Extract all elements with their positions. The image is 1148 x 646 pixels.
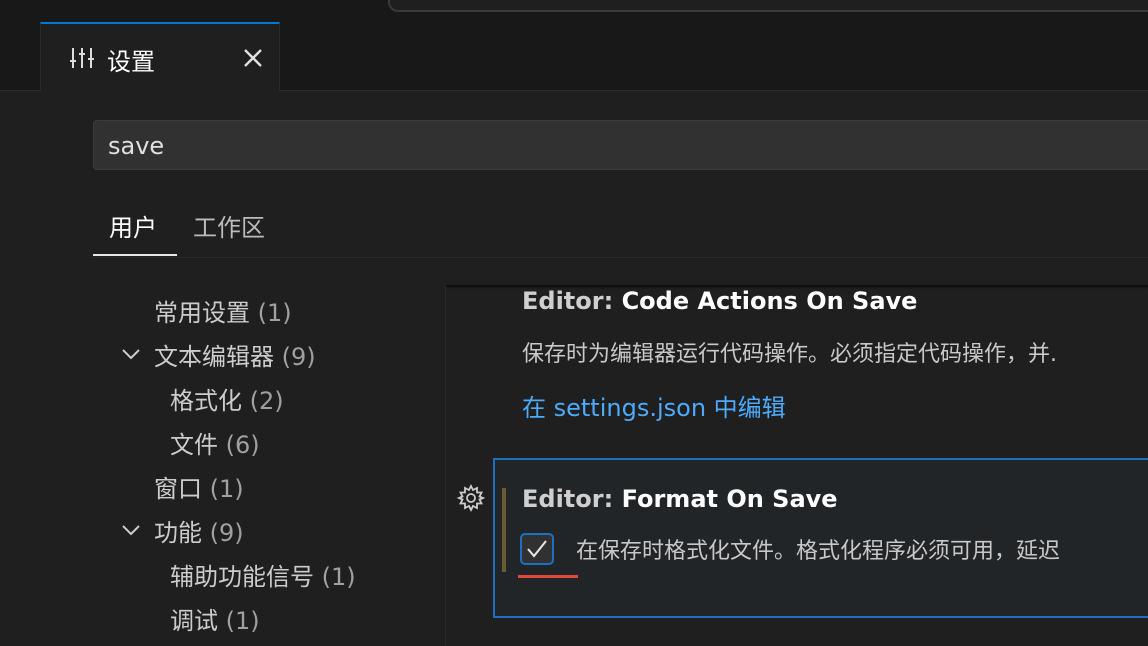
toc-item-files[interactable]: 文件 (6) (170, 425, 260, 460)
format-on-save-checkbox[interactable] (520, 533, 554, 565)
setting-name: Code Actions On Save (621, 287, 918, 315)
toc-item-debug[interactable]: 调试 (1) (170, 601, 260, 636)
title-bar (0, 0, 1148, 22)
toc-item-count: (1) (225, 607, 260, 635)
setting-category: Editor: (522, 485, 622, 513)
toc-item-label: 常用设置 (154, 299, 250, 327)
setting-category: Editor: (522, 287, 622, 315)
setting-title: Editor: Format On Save (522, 485, 838, 513)
command-center[interactable] (388, 0, 1148, 12)
gear-icon[interactable] (456, 483, 486, 513)
tab-title: 设置 (107, 48, 155, 76)
toc-item-formatting[interactable]: 格式化 (2) (170, 381, 284, 416)
edit-in-settings-json-link[interactable]: 在 settings.json 中编辑 (522, 388, 786, 423)
check-icon (527, 540, 547, 558)
setting-description: 保存时为编辑器运行代码操作。必须指定代码操作，并. (522, 342, 1057, 367)
chevron-down-icon[interactable] (121, 523, 141, 537)
toc-item-count: (6) (225, 431, 260, 459)
toc-item-count: (9) (209, 519, 244, 547)
tab-workspace[interactable]: 工作区 (193, 208, 265, 243)
toc-item-count: (2) (249, 387, 284, 415)
setting-name: Format On Save (621, 485, 838, 513)
active-tab-indicator (93, 254, 177, 256)
toc-item-text-editor[interactable]: 文本编辑器 (9) (154, 337, 316, 372)
toc-item-label: 文件 (170, 431, 218, 459)
toc-item-label: 调试 (170, 607, 218, 635)
editor-tab-strip: 设置 (0, 22, 1148, 91)
setting-title: Editor: Code Actions On Save (522, 287, 917, 315)
toc-item-window[interactable]: 窗口 (1) (154, 469, 244, 504)
modified-indicator (502, 488, 506, 572)
toc-item-label: 窗口 (154, 475, 202, 503)
toc-item-label: 功能 (154, 519, 202, 547)
annotation-underline (518, 575, 578, 578)
toc-item-features[interactable]: 功能 (9) (154, 513, 244, 548)
toc-item-label: 辅助功能信号 (170, 563, 314, 591)
toc-item-count: (9) (281, 343, 316, 371)
chevron-down-icon[interactable] (121, 347, 141, 361)
toc-item-accessibility-signals[interactable]: 辅助功能信号 (1) (170, 557, 356, 592)
toc-item-count: (1) (209, 475, 244, 503)
tab-settings[interactable]: 设置 (40, 22, 280, 91)
settings-search-input[interactable]: save (93, 120, 1148, 170)
tab-user[interactable]: 用户 (109, 208, 157, 243)
setting-description: 在保存时格式化文件。格式化程序必须可用，延迟 (576, 539, 1061, 564)
toc-item-count: (1) (321, 563, 356, 591)
toc-item-label: 格式化 (170, 387, 242, 415)
toc-item-label: 文本编辑器 (154, 343, 274, 371)
settings-scope-tabs: 用户 工作区 (93, 200, 1148, 258)
close-icon[interactable] (239, 44, 267, 72)
settings-list: Editor: Code Actions On Save 保存时为编辑器运行代码… (446, 285, 1148, 646)
toc-item-common[interactable]: 常用设置 (1) (154, 293, 292, 328)
toc-item-count: (1) (257, 299, 292, 327)
settings-sliders-icon (70, 48, 94, 68)
search-value: save (108, 132, 165, 160)
